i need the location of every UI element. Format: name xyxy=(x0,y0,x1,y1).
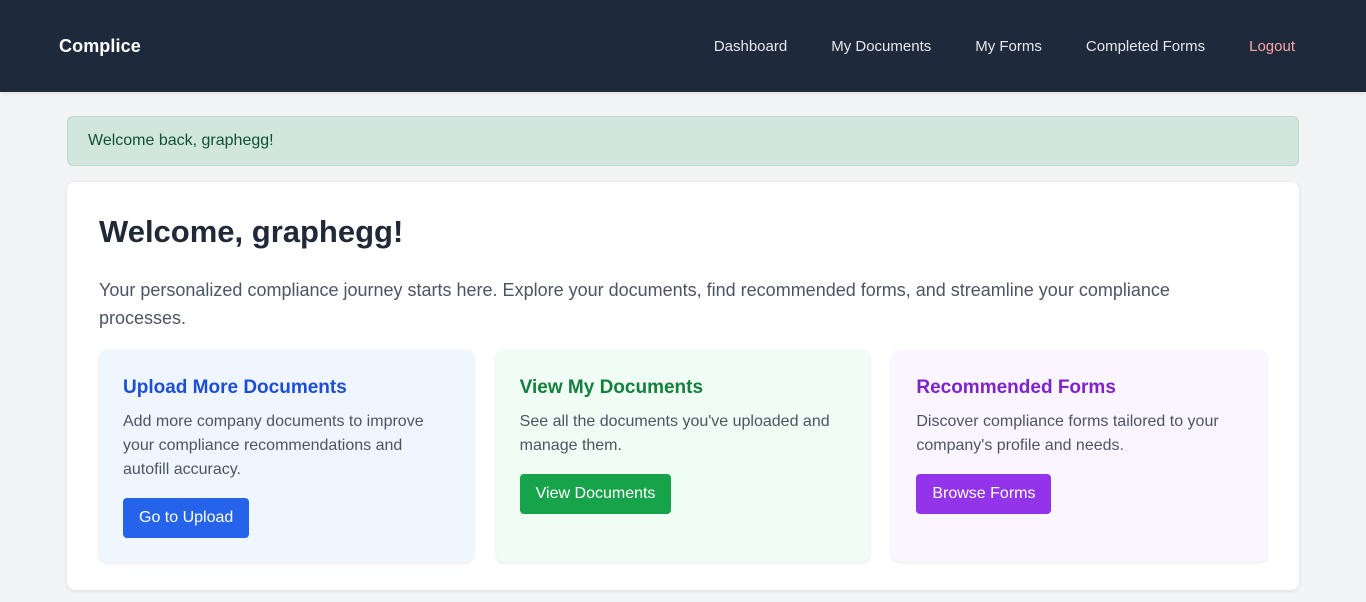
nav-link-dashboard[interactable]: Dashboard xyxy=(714,38,787,55)
alert-message: Welcome back, graphegg! xyxy=(88,132,274,149)
brand-logo[interactable]: Complice xyxy=(59,36,141,57)
nav-link-my-forms[interactable]: My Forms xyxy=(975,38,1042,55)
page-title: Welcome, graphegg! xyxy=(99,214,404,249)
page-container: Welcome back, graphegg! Welcome, grapheg… xyxy=(67,92,1299,590)
card-title: View My Documents xyxy=(519,377,704,398)
browse-forms-button[interactable]: Browse Forms xyxy=(916,474,1052,514)
view-documents-card: View My Documents See all the documents … xyxy=(495,350,871,562)
nav-link-logout[interactable]: Logout xyxy=(1249,38,1295,55)
card-description: Discover compliance forms tailored to yo… xyxy=(916,413,1219,454)
top-navbar: Complice Dashboard My Documents My Forms… xyxy=(0,0,1366,92)
view-documents-button[interactable]: View Documents xyxy=(519,474,672,514)
recommended-forms-card: Recommended Forms Discover compliance fo… xyxy=(892,350,1268,562)
card-title: Recommended Forms xyxy=(916,377,1116,398)
upload-documents-card: Upload More Documents Add more company d… xyxy=(99,350,474,562)
card-description: See all the documents you've uploaded an… xyxy=(519,413,830,454)
go-to-upload-button[interactable]: Go to Upload xyxy=(123,498,250,538)
feature-cards: Upload More Documents Add more company d… xyxy=(99,350,1268,562)
welcome-alert: Welcome back, graphegg! xyxy=(67,116,1299,166)
card-description: Add more company documents to improve yo… xyxy=(123,413,424,478)
nav-links: Dashboard My Documents My Forms Complete… xyxy=(714,38,1295,55)
intro-text: Your personalized compliance journey sta… xyxy=(99,280,1170,328)
nav-link-my-documents[interactable]: My Documents xyxy=(831,38,931,55)
card-title: Upload More Documents xyxy=(123,377,347,398)
nav-link-completed-forms[interactable]: Completed Forms xyxy=(1086,38,1205,55)
dashboard-card: Welcome, graphegg! Your personalized com… xyxy=(67,182,1299,590)
